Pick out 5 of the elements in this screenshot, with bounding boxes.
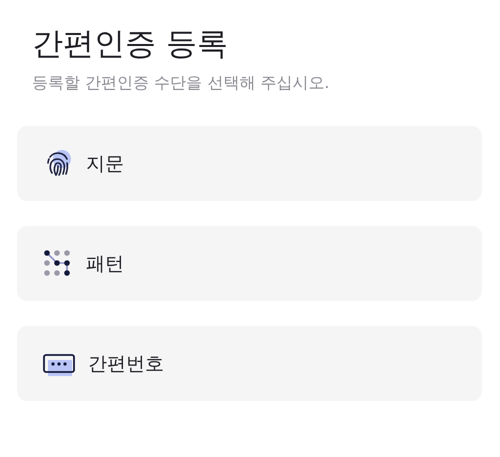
auth-option-button[interactable]: 간편번호 [17,326,482,401]
page-title: 간편인증 등록 [32,25,229,64]
auth-option-button[interactable]: 지문 [17,126,482,201]
auth-option-button[interactable]: 패턴 [17,226,482,301]
page-subtitle: 등록할 간편인증 수단을 선택해 주십시오. [32,72,330,94]
